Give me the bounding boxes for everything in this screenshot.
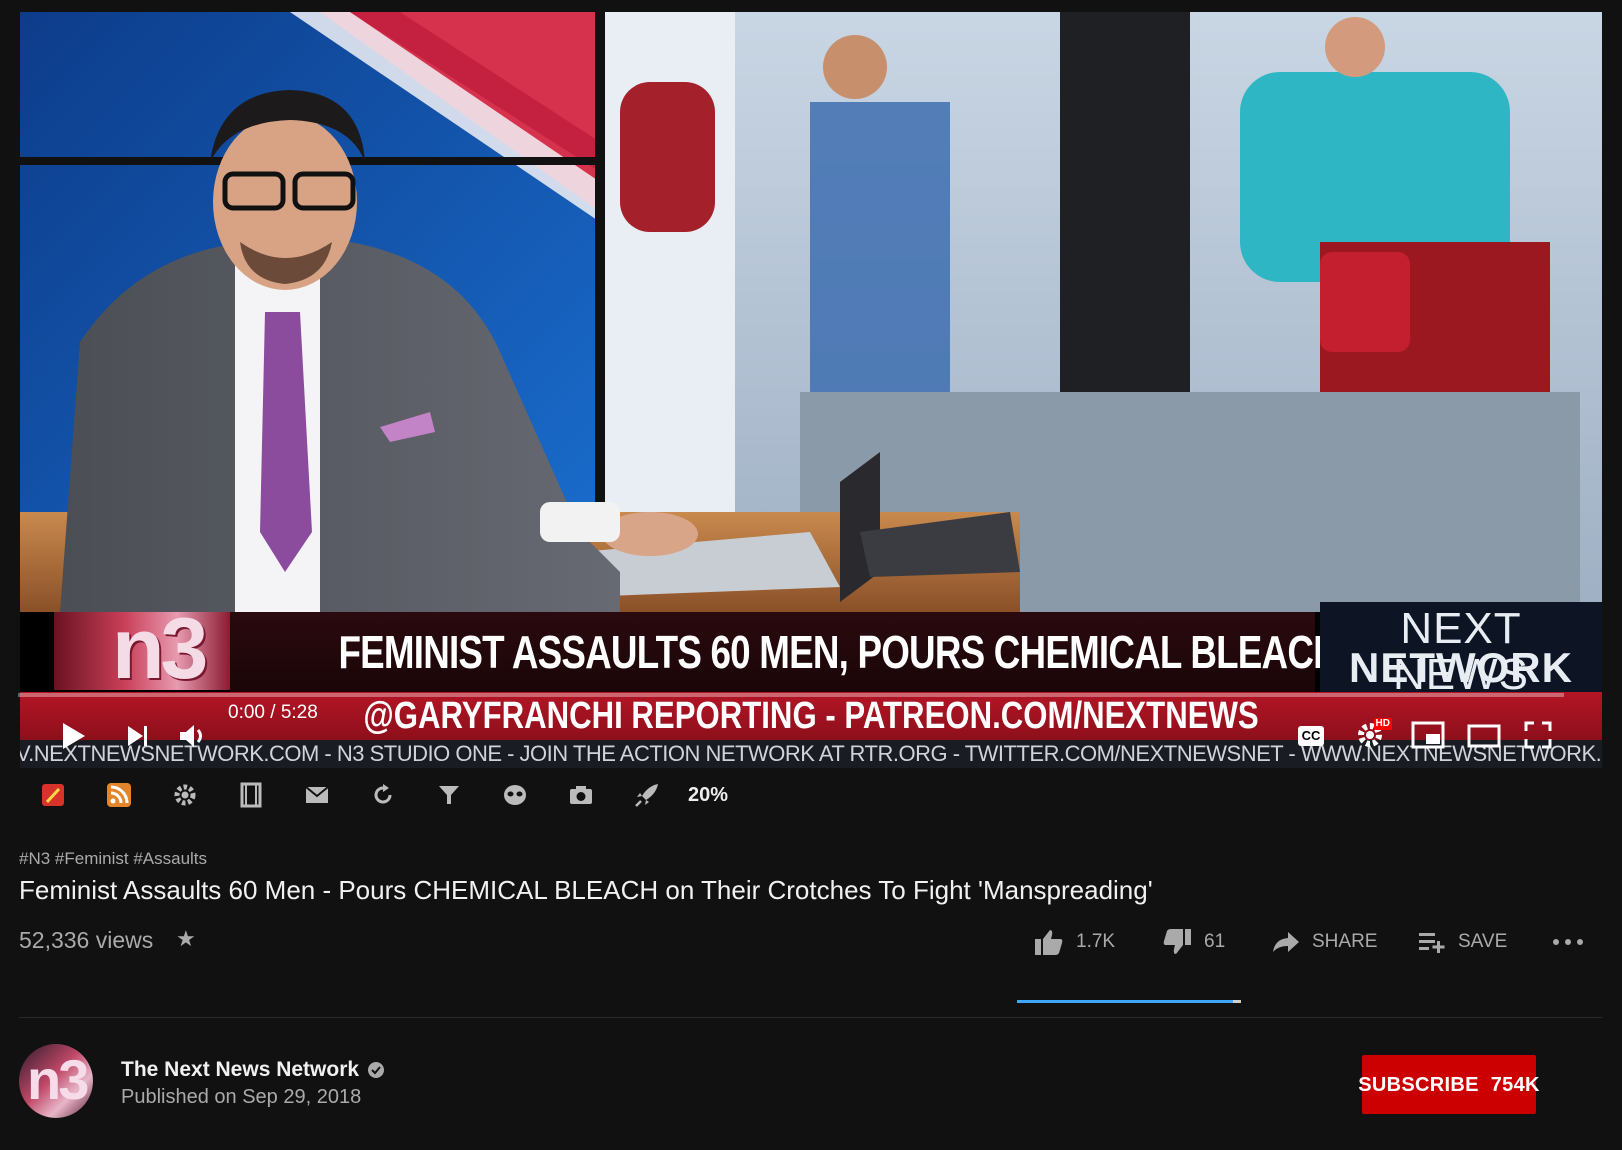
verified-check-icon — [368, 1062, 385, 1078]
captions-icon: CC — [1297, 726, 1325, 746]
film-button[interactable] — [218, 770, 284, 820]
progress-bar[interactable] — [18, 693, 1564, 697]
extension-toolbar: 20% — [20, 770, 728, 820]
like-count: 1.7K — [1076, 931, 1116, 952]
extension-percent[interactable]: 20% — [688, 783, 728, 807]
settings-button[interactable]: HD — [1352, 716, 1392, 752]
play-button[interactable] — [58, 720, 90, 752]
playlist-add-icon — [1419, 933, 1445, 953]
mask-icon — [504, 785, 526, 805]
mask-button[interactable] — [482, 770, 548, 820]
camera-icon — [570, 786, 592, 804]
mail-button[interactable] — [284, 770, 350, 820]
gear-icon — [174, 784, 196, 806]
rocket-icon — [635, 784, 658, 807]
star-icon[interactable]: ★ — [176, 925, 196, 955]
rocket-button[interactable] — [614, 770, 680, 820]
fullscreen-button[interactable] — [1520, 718, 1556, 752]
dislike-button[interactable]: 61 — [1162, 926, 1225, 958]
volume-icon — [180, 725, 202, 747]
n3-logo: n3 — [54, 606, 230, 692]
miniplayer-icon — [1411, 721, 1445, 749]
video-hashtags[interactable]: #N3 #Feminist #Assaults — [19, 848, 207, 870]
like-button[interactable]: 1.7K — [1034, 926, 1115, 958]
share-label: SHARE — [1312, 931, 1378, 952]
theater-icon — [1467, 724, 1501, 748]
subscribe-label: SUBSCRIBE — [1358, 1073, 1479, 1096]
mail-icon — [305, 786, 329, 803]
sentiment-bar — [1017, 1000, 1241, 1003]
channel-name-link[interactable]: The Next News Network — [121, 1057, 385, 1083]
hd-badge: HD — [1373, 718, 1392, 730]
camera-button[interactable] — [548, 770, 614, 820]
channel-avatar[interactable]: n3 — [19, 1044, 93, 1118]
magic-wand-icon — [42, 784, 64, 806]
rss-button[interactable] — [86, 770, 152, 820]
channel-name: The Next News Network — [121, 1058, 360, 1081]
share-button[interactable]: SHARE — [1272, 926, 1377, 958]
miniplayer-button[interactable] — [1408, 718, 1448, 752]
skip-next-icon — [128, 726, 147, 746]
brand-line-2: NETWORK — [1349, 644, 1573, 691]
thumbs-down-icon — [1163, 929, 1191, 954]
network-brand: NEXT NEWS NETWORK — [1320, 602, 1602, 698]
film-icon — [240, 782, 262, 808]
rss-icon — [107, 783, 131, 807]
gear-button[interactable] — [152, 770, 218, 820]
loop-button[interactable] — [350, 770, 416, 820]
fullscreen-icon — [1524, 721, 1552, 749]
video-title: Feminist Assaults 60 Men - Pours CHEMICA… — [19, 875, 1153, 905]
publish-date: Published on Sep 29, 2018 — [121, 1086, 362, 1108]
save-label: SAVE — [1458, 931, 1508, 952]
captions-button[interactable]: CC — [1294, 722, 1328, 750]
share-arrow-icon — [1273, 932, 1299, 952]
theater-mode-button[interactable] — [1464, 720, 1504, 752]
magic-wand-button[interactable] — [20, 770, 86, 820]
n3-logo-text: n3 — [112, 601, 208, 697]
more-horizontal-icon — [1553, 939, 1583, 945]
subscribe-button[interactable]: SUBSCRIBE 754K — [1358, 1055, 1539, 1114]
next-button[interactable] — [122, 720, 154, 752]
subscriber-count: 754K — [1490, 1073, 1540, 1096]
view-count: 52,336 views — [19, 927, 154, 953]
headline-bar: FEMINIST ASSAULTS 60 MEN, POURS CHEMICAL… — [230, 612, 1603, 692]
play-icon — [63, 723, 85, 749]
sentiment-fill — [1017, 1000, 1234, 1003]
filter-icon — [439, 786, 459, 804]
section-divider — [19, 1017, 1602, 1018]
video-player[interactable]: n3 FEMINIST ASSAULTS 60 MEN, POURS CHEMI… — [20, 12, 1602, 768]
thumbs-up-icon — [1035, 930, 1063, 955]
overlay-subline: @GARYFRANCHI REPORTING - PATREON.COM/NEX… — [363, 695, 1259, 737]
save-button[interactable]: SAVE — [1418, 926, 1507, 958]
loop-icon — [374, 784, 392, 804]
time-display: 0:00 / 5:28 — [228, 702, 318, 723]
filter-button[interactable] — [416, 770, 482, 820]
dislike-count: 61 — [1204, 931, 1226, 952]
overlay-headline: FEMINIST ASSAULTS 60 MEN, POURS CHEMICAL… — [338, 626, 1603, 678]
mute-button[interactable] — [176, 720, 210, 752]
more-actions-button[interactable] — [1552, 926, 1596, 958]
avatar-text: n3 — [27, 1048, 89, 1111]
